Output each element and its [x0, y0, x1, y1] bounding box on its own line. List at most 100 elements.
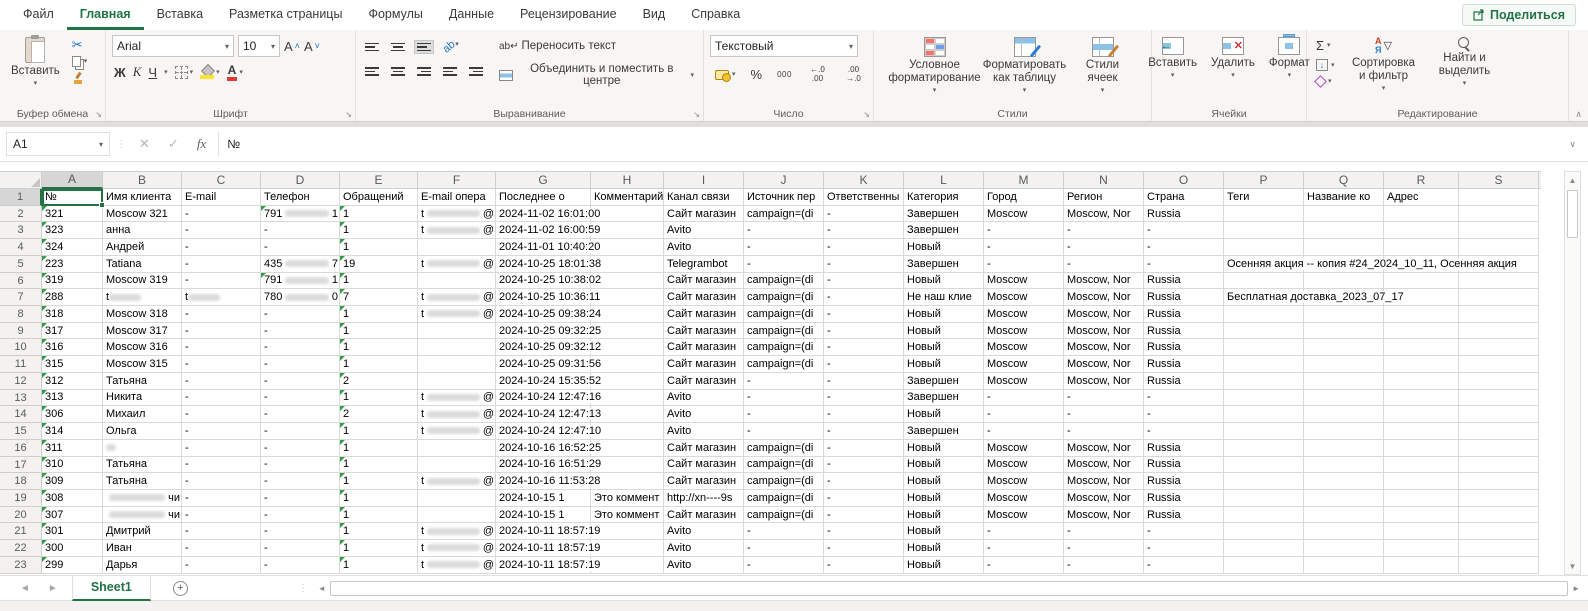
cell-A3[interactable]: 323 — [42, 222, 103, 239]
cell-J18[interactable]: campaign=(di — [744, 473, 824, 490]
cell-I15[interactable]: Avito — [664, 423, 744, 440]
cell-O3[interactable]: - — [1144, 222, 1224, 239]
cell-J6[interactable]: campaign=(di — [744, 273, 824, 290]
dialog-launcher-icon[interactable]: ↘ — [95, 110, 102, 119]
cell-H5[interactable] — [591, 256, 664, 273]
cell-A12[interactable]: 312 — [42, 373, 103, 390]
cell-S4[interactable] — [1459, 239, 1539, 256]
cell-R17[interactable] — [1384, 457, 1459, 474]
percent-style-button[interactable]: % — [748, 66, 766, 83]
cell-F10[interactable] — [418, 339, 496, 356]
cell-H3[interactable] — [591, 222, 664, 239]
cell-F7[interactable]: t@ — [418, 289, 496, 306]
ribbon-tab-review[interactable]: Рецензирование — [507, 0, 630, 30]
cell-R14[interactable] — [1384, 406, 1459, 423]
cell-E2[interactable]: 1 — [340, 206, 418, 223]
horizontal-scrollbar[interactable]: ◄ ► — [314, 579, 1584, 598]
cell-I20[interactable]: Сайт магазин — [664, 507, 744, 524]
cell-E10[interactable]: 1 — [340, 339, 418, 356]
cell-G17[interactable]: 2024-10-16 16:51:29 — [496, 457, 591, 474]
comma-style-button[interactable]: 000 — [774, 69, 795, 80]
cell-I5[interactable]: Telegrambot — [664, 256, 744, 273]
cell-L23[interactable]: Новый — [904, 557, 984, 574]
cell-J12[interactable]: - — [744, 373, 824, 390]
cell-C14[interactable]: - — [182, 406, 261, 423]
cell-M18[interactable]: Moscow — [984, 473, 1064, 490]
cell-A9[interactable]: 317 — [42, 323, 103, 340]
cell-A15[interactable]: 314 — [42, 423, 103, 440]
cell-A5[interactable]: 223 — [42, 256, 103, 273]
font-color-button[interactable]: А▾ — [227, 64, 243, 81]
cell-I2[interactable]: Сайт магазин — [664, 206, 744, 223]
cell-O11[interactable]: Russia — [1144, 356, 1224, 373]
cell-B3[interactable]: анна — [103, 222, 182, 239]
cell-O7[interactable]: Russia — [1144, 289, 1224, 306]
cell-E20[interactable]: 1 — [340, 507, 418, 524]
column-header-F[interactable]: F — [418, 171, 496, 189]
cell-L17[interactable]: Новый — [904, 457, 984, 474]
cell-G1[interactable]: Последнее о — [496, 189, 591, 206]
row-header-16[interactable]: 16 — [0, 440, 42, 457]
sheet-tab-active[interactable]: Sheet1 — [72, 576, 151, 601]
find-select-button[interactable]: Найти и выделить▾ — [1430, 35, 1500, 94]
cell-K13[interactable]: - — [824, 390, 904, 407]
cell-I23[interactable]: Avito — [664, 557, 744, 574]
cell-K6[interactable]: - — [824, 273, 904, 290]
column-header-P[interactable]: P — [1224, 171, 1304, 189]
row-header-22[interactable]: 22 — [0, 540, 42, 557]
row-header-12[interactable]: 12 — [0, 373, 42, 390]
cell-N21[interactable]: - — [1064, 523, 1144, 540]
cell-H21[interactable] — [591, 523, 664, 540]
bold-button[interactable]: Ж — [114, 65, 126, 80]
vertical-scrollbar[interactable]: ▲ ▼ — [1564, 171, 1581, 575]
cell-Q20[interactable] — [1304, 507, 1384, 524]
cell-I17[interactable]: Сайт магазин — [664, 457, 744, 474]
merge-center-button[interactable]: Объединить и поместить в центре▾ — [496, 62, 697, 88]
cell-L10[interactable]: Новый — [904, 339, 984, 356]
cell-Q13[interactable] — [1304, 390, 1384, 407]
cell-S6[interactable] — [1459, 273, 1539, 290]
column-header-S[interactable]: S — [1459, 171, 1539, 189]
cell-S8[interactable] — [1459, 306, 1539, 323]
fill-color-button[interactable]: ▾ — [200, 65, 220, 79]
cell-S12[interactable] — [1459, 373, 1539, 390]
cell-K16[interactable]: - — [824, 440, 904, 457]
cell-E1[interactable]: Обращений — [340, 189, 418, 206]
fill-button[interactable]: ↓▾ — [1313, 58, 1338, 72]
column-header-A[interactable]: A — [42, 171, 103, 189]
cell-F21[interactable]: t@ — [418, 523, 496, 540]
column-header-D[interactable]: D — [261, 171, 340, 189]
cell-L21[interactable]: Новый — [904, 523, 984, 540]
cell-H2[interactable] — [591, 206, 664, 223]
select-all-corner[interactable] — [0, 171, 42, 189]
cell-I7[interactable]: Сайт магазин — [664, 289, 744, 306]
cell-R10[interactable] — [1384, 339, 1459, 356]
row-header-15[interactable]: 15 — [0, 423, 42, 440]
cell-H10[interactable] — [591, 339, 664, 356]
cell-E18[interactable]: 1 — [340, 473, 418, 490]
row-header-3[interactable]: 3 — [0, 222, 42, 239]
cell-C21[interactable]: - — [182, 523, 261, 540]
cell-I8[interactable]: Сайт магазин — [664, 306, 744, 323]
cell-C22[interactable]: - — [182, 540, 261, 557]
cell-I18[interactable]: Сайт магазин — [664, 473, 744, 490]
cell-A16[interactable]: 311 — [42, 440, 103, 457]
cell-E5[interactable]: 19 — [340, 256, 418, 273]
paste-button[interactable]: Вставить ▾ — [6, 35, 65, 89]
cell-L6[interactable]: Новый — [904, 273, 984, 290]
cell-Q18[interactable] — [1304, 473, 1384, 490]
cell-H4[interactable] — [591, 239, 664, 256]
cell-I12[interactable]: Сайт магазин — [664, 373, 744, 390]
cell-G13[interactable]: 2024-10-24 12:47:16 — [496, 390, 591, 407]
cell-M15[interactable]: - — [984, 423, 1064, 440]
row-header-21[interactable]: 21 — [0, 523, 42, 540]
decrease-decimal-button[interactable]: .00 →.0 — [840, 65, 867, 85]
cell-I13[interactable]: Avito — [664, 390, 744, 407]
cell-H9[interactable] — [591, 323, 664, 340]
cell-H12[interactable] — [591, 373, 664, 390]
cell-J15[interactable]: - — [744, 423, 824, 440]
cell-L2[interactable]: Завершен — [904, 206, 984, 223]
cell-R23[interactable] — [1384, 557, 1459, 574]
column-header-L[interactable]: L — [904, 171, 984, 189]
column-header-C[interactable]: C — [182, 171, 261, 189]
